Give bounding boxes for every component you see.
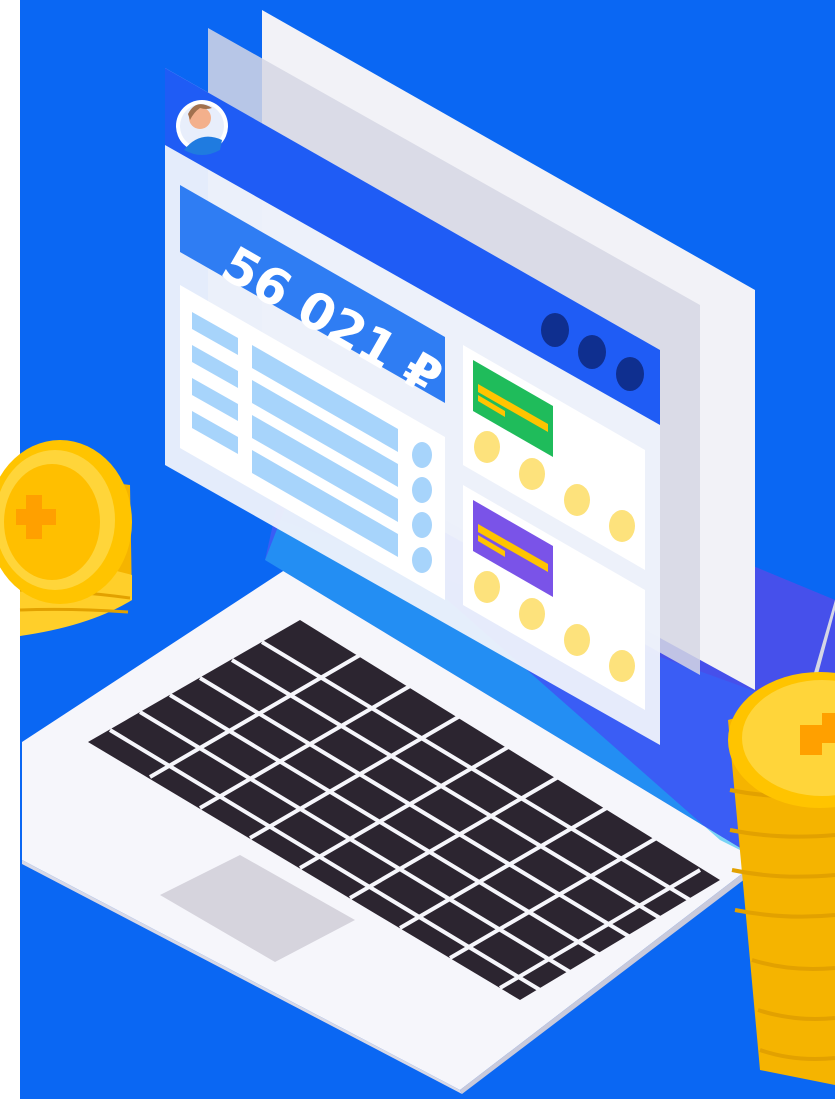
finance-illustration: 56 021 ₽ xyxy=(0,0,835,1099)
